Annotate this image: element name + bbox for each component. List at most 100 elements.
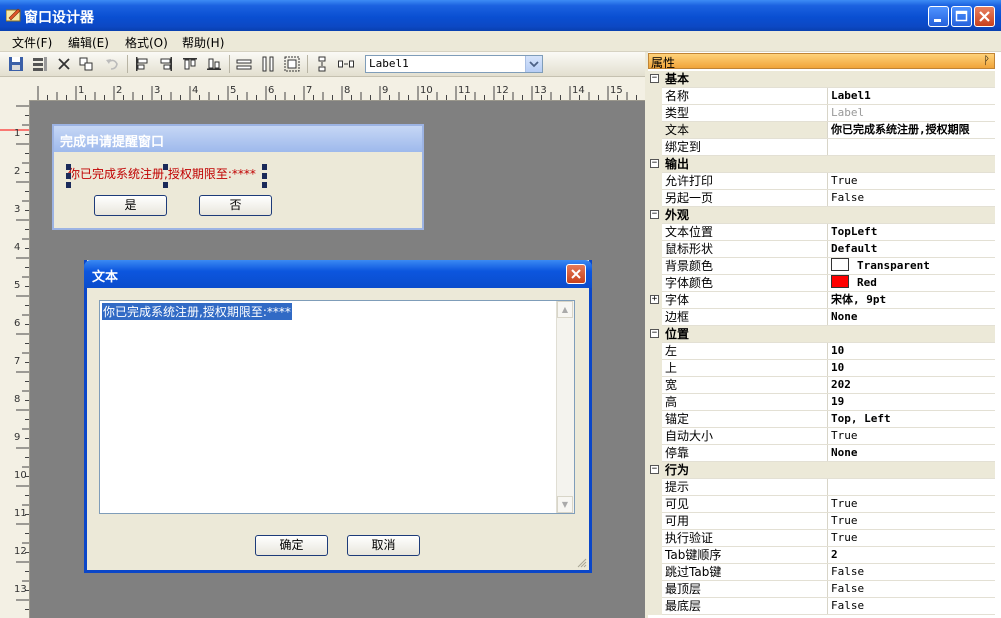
property-value[interactable]: Default	[831, 241, 995, 257]
property-value[interactable]: 202	[831, 377, 995, 393]
maximize-button[interactable]	[951, 6, 972, 27]
property-value[interactable]: TopLeft	[831, 224, 995, 240]
selection-handle[interactable]	[163, 182, 168, 188]
ok-button[interactable]: 确定	[255, 535, 328, 556]
property-row[interactable]: 文本 你已完成系统注册,授权期限	[648, 122, 995, 139]
property-value[interactable]: Top, Left	[831, 411, 995, 427]
collapse-icon[interactable]: −	[650, 465, 659, 474]
text-dialog-close-button[interactable]	[566, 264, 586, 284]
align-bottom-icon[interactable]	[206, 56, 222, 72]
property-row[interactable]: 停靠 None	[648, 445, 995, 462]
property-row[interactable]: 鼠标形状 Default	[648, 241, 995, 258]
property-row[interactable]: 跳过Tab键 False	[648, 564, 995, 581]
property-value[interactable]: 19	[831, 394, 995, 410]
property-row[interactable]: 左 10	[648, 343, 995, 360]
property-value[interactable]: 10	[831, 360, 995, 376]
property-row[interactable]: 边框 None	[648, 309, 995, 326]
property-row[interactable]: 最顶层 False	[648, 581, 995, 598]
property-row[interactable]: 自动大小 True	[648, 428, 995, 445]
selection-handle[interactable]	[66, 173, 71, 179]
property-value[interactable]: True	[831, 428, 995, 444]
property-row[interactable]: 可见 True	[648, 496, 995, 513]
property-row[interactable]: 类型 Label	[648, 105, 995, 122]
property-value[interactable]: True	[831, 173, 995, 189]
property-row[interactable]: 最底层 False	[648, 598, 995, 615]
text-input-area[interactable]: 你已完成系统注册,授权期限至:**** ▲ ▼	[99, 300, 575, 514]
property-value[interactable]: True	[831, 513, 995, 529]
property-value[interactable]: True	[831, 530, 995, 546]
same-size-icon[interactable]	[284, 56, 300, 72]
property-row[interactable]: 锚定 Top, Left	[648, 411, 995, 428]
close-button[interactable]	[974, 6, 995, 27]
selection-handle[interactable]	[163, 164, 168, 170]
align-right-icon[interactable]	[158, 56, 174, 72]
property-row[interactable]: 可用 True	[648, 513, 995, 530]
undo-icon[interactable]	[104, 56, 120, 72]
align-top-icon[interactable]	[182, 56, 198, 72]
selection-handle[interactable]	[262, 173, 267, 179]
scroll-down-button[interactable]: ▼	[557, 496, 573, 513]
collapse-icon[interactable]: −	[650, 210, 659, 219]
collapse-icon[interactable]: −	[650, 159, 659, 168]
same-width-icon[interactable]	[236, 56, 252, 72]
property-value[interactable]: Transparent	[831, 258, 995, 274]
title-bar[interactable]: 窗口设计器	[0, 0, 1001, 31]
menu-file[interactable]: 文件(F)	[12, 34, 52, 51]
selection-handle[interactable]	[262, 182, 267, 188]
selection-handle[interactable]	[66, 164, 71, 170]
property-value[interactable]: False	[831, 564, 995, 580]
scroll-up-button[interactable]: ▲	[557, 301, 573, 318]
property-value[interactable]: None	[831, 309, 995, 325]
label1-control[interactable]: 你已完成系统注册,授权期限至:****	[68, 165, 256, 182]
property-row[interactable]: 名称 Label1	[648, 88, 995, 105]
property-value[interactable]: Label1	[831, 88, 995, 104]
copy-icon[interactable]	[78, 56, 94, 72]
menu-format[interactable]: 格式(O)	[125, 34, 168, 51]
vertical-scrollbar[interactable]: ▲ ▼	[556, 301, 574, 513]
property-row[interactable]: 提示	[648, 479, 995, 496]
minimize-button[interactable]	[928, 6, 949, 27]
property-category[interactable]: − 外观	[648, 207, 995, 224]
horizontal-spacing-icon[interactable]	[338, 56, 354, 72]
property-value[interactable]: False	[831, 190, 995, 206]
save-icon[interactable]	[8, 56, 24, 72]
design-canvas[interactable]: 12345678910111213141516 1234567891011121…	[0, 77, 645, 618]
pin-icon[interactable]: ᚹ	[983, 54, 990, 67]
property-value[interactable]: False	[831, 581, 995, 597]
property-row[interactable]: 另起一页 False	[648, 190, 995, 207]
property-value[interactable]: True	[831, 496, 995, 512]
selection-handle[interactable]	[66, 182, 71, 188]
property-category[interactable]: − 输出	[648, 156, 995, 173]
property-row[interactable]: 高 19	[648, 394, 995, 411]
text-dialog-titlebar[interactable]: 文本	[84, 260, 592, 288]
property-row[interactable]: 字体颜色 Red	[648, 275, 995, 292]
menu-help[interactable]: 帮助(H)	[182, 34, 224, 51]
property-category[interactable]: − 位置	[648, 326, 995, 343]
property-value[interactable]: Label	[831, 105, 995, 121]
same-height-icon[interactable]	[260, 56, 276, 72]
dropdown-button[interactable]	[525, 56, 542, 72]
property-category[interactable]: − 行为	[648, 462, 995, 479]
property-value[interactable]: 你已完成系统注册,授权期限	[831, 122, 995, 138]
property-row[interactable]: 宽 202	[648, 377, 995, 394]
selection-handle[interactable]	[262, 164, 267, 170]
property-category[interactable]: − 基本	[648, 71, 995, 88]
property-value[interactable]: 10	[831, 343, 995, 359]
property-row[interactable]: 上 10	[648, 360, 995, 377]
collapse-icon[interactable]: −	[650, 329, 659, 338]
property-row[interactable]: 允许打印 True	[648, 173, 995, 190]
property-value[interactable]: False	[831, 598, 995, 614]
property-value[interactable]: None	[831, 445, 995, 461]
control-selector-dropdown[interactable]: Label1	[365, 55, 543, 73]
property-row[interactable]: 绑定到	[648, 139, 995, 156]
designed-window-titlebar[interactable]: 完成申请提醒窗口	[54, 126, 422, 152]
vertical-spacing-icon[interactable]	[314, 56, 330, 72]
property-value[interactable]	[831, 479, 995, 495]
property-row[interactable]: 背景颜色 Transparent	[648, 258, 995, 275]
designed-window[interactable]: 完成申请提醒窗口 你已完成系统注册,授权期限至:**** 是 否	[52, 124, 424, 230]
property-row[interactable]: Tab键顺序 2	[648, 547, 995, 564]
yes-button[interactable]: 是	[94, 195, 167, 216]
property-row[interactable]: 执行验证 True	[648, 530, 995, 547]
tab-order-icon[interactable]	[32, 56, 48, 72]
property-row[interactable]: 文本位置 TopLeft	[648, 224, 995, 241]
